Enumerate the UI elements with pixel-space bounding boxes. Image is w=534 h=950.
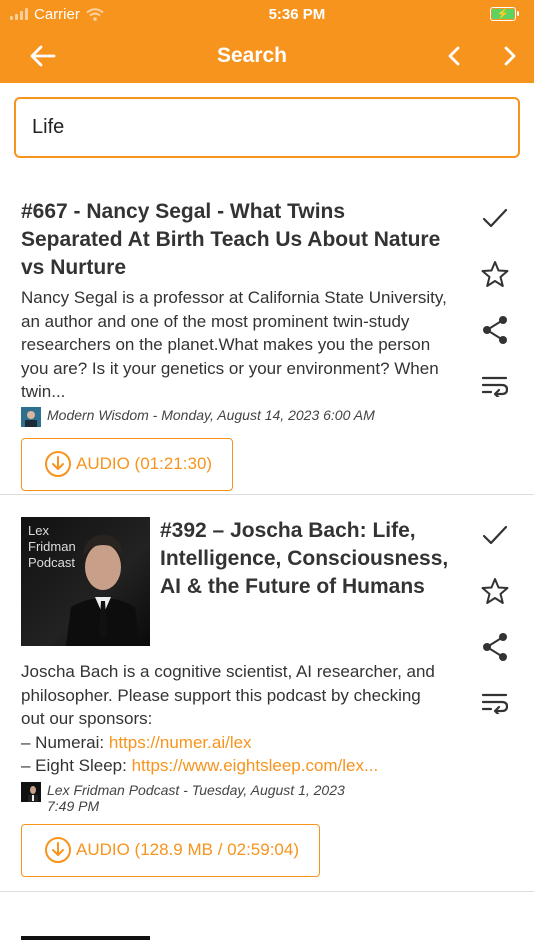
podcast-thumbnail-icon	[21, 406, 41, 427]
chevron-right-icon	[504, 46, 516, 65]
episode-meta: Modern Wisdom - Monday, August 14, 2023 …	[21, 406, 441, 427]
meta-text: Modern Wisdom - Monday, August 14, 2023 …	[47, 406, 375, 423]
signal-icon	[10, 8, 28, 20]
episode-meta: Lex Fridman Podcast - Tuesday, August 1,…	[21, 781, 441, 814]
episode-title: #667 - Nancy Segal - What Twins Separate…	[21, 200, 441, 279]
add-to-queue-button[interactable]	[480, 687, 510, 719]
list-item[interactable]: #667 - Nancy Segal - What Twins Separate…	[0, 198, 534, 495]
download-icon	[45, 451, 71, 477]
checkmark-icon	[482, 208, 508, 228]
list-item[interactable]: Lex Fridman Podcast #392 – Joscha Bach: …	[0, 495, 534, 892]
favorite-button[interactable]	[480, 258, 510, 290]
episode-description: Nancy Segal is a professor at California…	[21, 288, 447, 401]
status-bar: Carrier 5:36 PM ⚡	[0, 0, 534, 28]
carrier-label: Carrier	[34, 5, 80, 23]
eightsleep-link[interactable]: https://www.eightsleep.com/lex...	[132, 756, 379, 775]
checkmark-icon	[482, 525, 508, 545]
audio-label: AUDIO (01:21:30)	[76, 454, 213, 473]
star-icon	[481, 578, 509, 604]
podcast-cover-image: Lex Fridman Podcast	[21, 517, 150, 646]
add-to-queue-button[interactable]	[480, 370, 510, 402]
description-text: Joscha Bach is a cognitive scientist, AI…	[21, 662, 435, 728]
back-button[interactable]	[30, 45, 56, 67]
chevron-left-icon	[448, 46, 460, 65]
queue-icon	[482, 376, 508, 397]
page-title: Search	[216, 43, 288, 67]
results-list: #667 - Nancy Segal - What Twins Separate…	[0, 198, 534, 892]
share-icon	[483, 316, 507, 344]
sponsor-line: – Eight Sleep: https://www.eightsleep.co…	[21, 756, 379, 775]
search-input[interactable]	[14, 97, 520, 158]
download-icon	[45, 837, 71, 863]
star-icon	[481, 261, 509, 287]
audio-download-button[interactable]: AUDIO (01:21:30)	[21, 437, 234, 491]
status-time: 5:36 PM	[268, 5, 326, 23]
battery-icon: ⚡	[489, 7, 519, 21]
previous-button[interactable]	[448, 46, 460, 66]
mark-played-button[interactable]	[480, 202, 510, 234]
meta-text: Lex Fridman Podcast - Tuesday, August 1,…	[47, 781, 345, 798]
sponsor-line: – Numerai: https://numer.ai/lex	[21, 732, 252, 752]
audio-download-button[interactable]: AUDIO (128.9 MB / 02:59:04)	[21, 823, 320, 877]
carrier-info: Carrier	[10, 6, 104, 23]
episode-title: #392 – Joscha Bach: Life, Intelligence, …	[160, 519, 449, 598]
numerai-link[interactable]: https://numer.ai/lex	[109, 733, 252, 752]
next-button[interactable]	[504, 46, 516, 66]
share-button[interactable]	[480, 314, 510, 346]
arrow-left-icon	[30, 45, 56, 66]
person-portrait-icon	[66, 535, 140, 646]
next-item-cover-edge	[21, 936, 150, 940]
queue-icon	[482, 693, 508, 714]
nav-bar: Search	[0, 28, 534, 83]
wifi-icon	[86, 7, 104, 21]
share-icon	[483, 633, 507, 661]
episode-description: Joscha Bach is a cognitive scientist, AI…	[21, 660, 449, 778]
share-button[interactable]	[480, 631, 510, 663]
audio-label: AUDIO (128.9 MB / 02:59:04)	[76, 840, 299, 859]
favorite-button[interactable]	[480, 575, 510, 607]
podcast-thumbnail-icon	[21, 781, 41, 802]
meta-time: 7:49 PM	[47, 797, 100, 814]
mark-played-button[interactable]	[480, 519, 510, 551]
